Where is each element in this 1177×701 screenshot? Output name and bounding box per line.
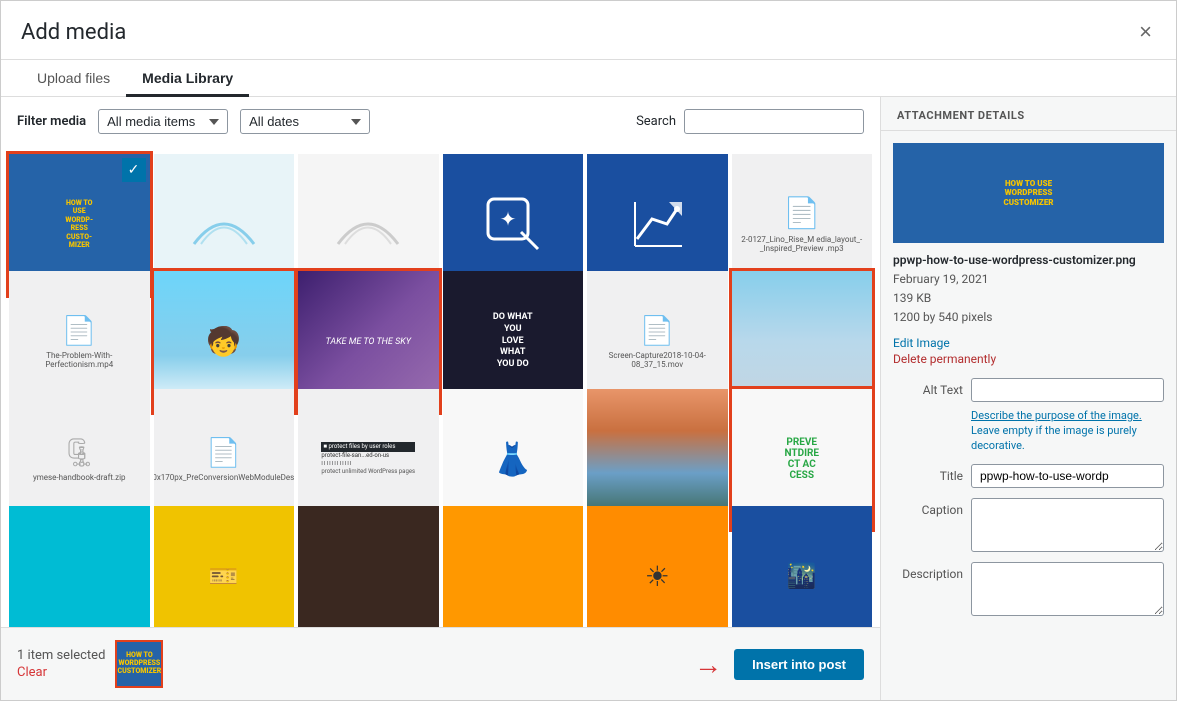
dialog-tabs: Upload files Media Library	[1, 60, 1176, 97]
delete-permanently-link[interactable]: Delete permanently	[893, 352, 1164, 366]
dialog-header: Add media ×	[1, 1, 1176, 60]
edit-image-link[interactable]: Edit Image	[893, 336, 1164, 350]
svg-text:✦: ✦	[499, 207, 516, 231]
alt-text-label: Alt Text	[893, 378, 963, 397]
sidebar-content: HOW TO USEWORDPRESSCUSTOMIZER ppwp-how-t…	[881, 131, 1176, 700]
title-field-row: Title	[893, 464, 1164, 488]
dialog-title: Add media	[21, 20, 126, 45]
tab-media-library[interactable]: Media Library	[126, 60, 249, 97]
attachment-preview: HOW TO USEWORDPRESSCUSTOMIZER	[893, 143, 1164, 243]
description-input[interactable]	[971, 562, 1164, 616]
alt-text-help: Describe the purpose of the image. Leave…	[971, 408, 1164, 454]
description-label: Description	[893, 562, 963, 581]
check-badge: ✓	[122, 158, 146, 182]
media-grid: HOW TOUSEWORDP-RESSCUSTO-MIZER ✓ ✓	[1, 146, 880, 627]
media-item[interactable]: 🌃 ✓	[732, 506, 873, 627]
attachment-details-header: ATTACHMENT DETAILS	[881, 97, 1176, 131]
media-item[interactable]: ☀ ✓	[587, 506, 728, 627]
media-section: Filter media All media items Images Audi…	[1, 97, 881, 700]
bottom-bar: 1 item selected Clear HOW TOWORDPRESSCUS…	[1, 627, 880, 700]
selection-count: 1 item selected	[17, 648, 105, 663]
arrow-indicator: →	[694, 648, 722, 681]
description-field-row: Description	[893, 562, 1164, 616]
insert-into-post-button[interactable]: Insert into post	[734, 649, 864, 680]
media-item[interactable]: 🎫 ✓	[154, 506, 295, 627]
dialog-body: Filter media All media items Images Audi…	[1, 97, 1176, 700]
tab-upload-files[interactable]: Upload files	[21, 60, 126, 97]
attachment-filename: ppwp-how-to-use-wordpress-customizer.png	[893, 253, 1164, 267]
search-area: Search	[636, 109, 864, 134]
title-input[interactable]	[971, 464, 1164, 488]
search-label: Search	[636, 114, 676, 129]
selected-item-preview: HOW TOWORDPRESSCUSTOMIZER	[115, 640, 163, 688]
clear-selection-link[interactable]: Clear	[17, 665, 105, 680]
search-input[interactable]	[684, 109, 864, 134]
attachment-meta: February 19, 2021 139 KB 1200 by 540 pix…	[893, 270, 1164, 328]
caption-label: Caption	[893, 498, 963, 517]
caption-field-row: Caption	[893, 498, 1164, 552]
media-item[interactable]: ✓	[298, 506, 439, 627]
add-media-dialog: Add media × Upload files Media Library F…	[0, 0, 1177, 701]
attachment-sidebar: ATTACHMENT DETAILS HOW TO USEWORDPRESSCU…	[881, 97, 1176, 700]
title-label: Title	[893, 464, 963, 483]
alt-text-input[interactable]	[971, 378, 1164, 402]
media-type-filter[interactable]: All media items Images Audio Video	[98, 109, 228, 134]
close-button[interactable]: ×	[1135, 17, 1156, 47]
caption-input[interactable]	[971, 498, 1164, 552]
media-item[interactable]: ✓	[9, 506, 150, 627]
filter-label: Filter media	[17, 114, 86, 129]
filter-bar: Filter media All media items Images Audi…	[1, 97, 880, 146]
media-item[interactable]: ✓	[443, 506, 584, 627]
alt-text-field-row: Alt Text Describe the purpose of the ima…	[893, 378, 1164, 454]
date-filter[interactable]: All dates February 2021 March 2020	[240, 109, 370, 134]
